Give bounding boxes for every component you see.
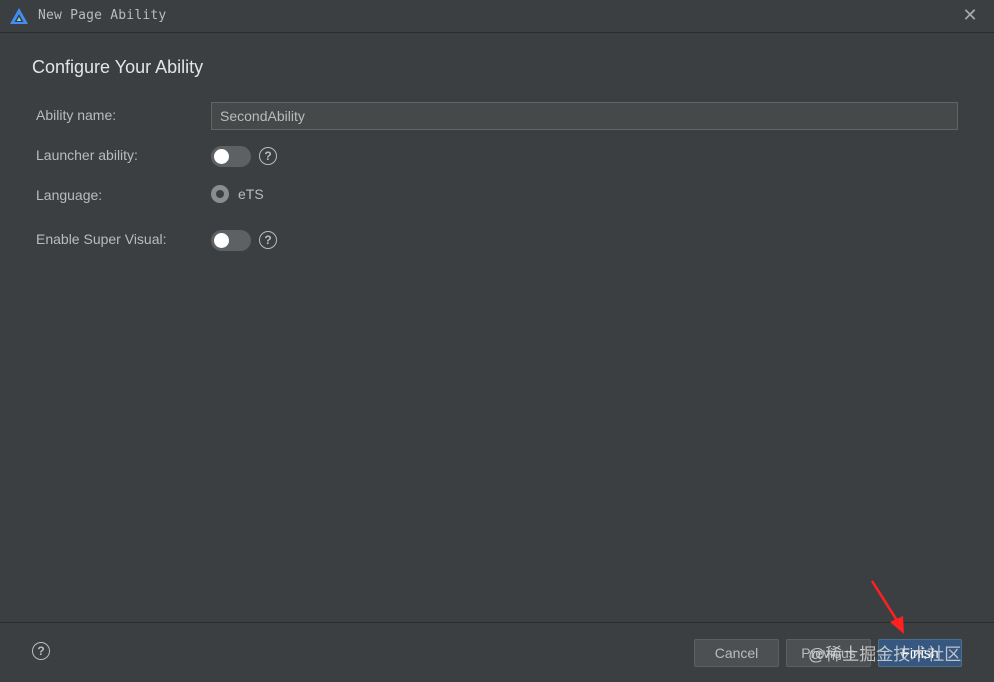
title-bar: New Page Ability ✕ xyxy=(0,0,994,33)
window-title: New Page Ability xyxy=(38,8,167,23)
launcher-ability-toggle[interactable] xyxy=(211,146,251,167)
radio-dot xyxy=(216,190,224,198)
language-radio-ets[interactable] xyxy=(211,185,229,203)
toggle-knob xyxy=(214,149,229,164)
cancel-button[interactable]: Cancel xyxy=(694,639,779,667)
language-label: Language: xyxy=(36,187,103,203)
previous-button[interactable]: Previous xyxy=(786,639,871,667)
toggle-knob xyxy=(214,233,229,248)
launcher-ability-label: Launcher ability: xyxy=(36,147,138,163)
harmony-logo-icon xyxy=(10,8,28,24)
super-visual-toggle[interactable] xyxy=(211,230,251,251)
finish-button[interactable]: Finish xyxy=(878,639,962,667)
ability-name-input[interactable] xyxy=(211,102,958,130)
close-icon[interactable]: ✕ xyxy=(960,5,980,25)
super-visual-help-icon[interactable]: ? xyxy=(259,231,277,249)
launcher-help-icon[interactable]: ? xyxy=(259,147,277,165)
footer-help-icon[interactable]: ? xyxy=(32,642,50,660)
super-visual-label: Enable Super Visual: xyxy=(36,231,167,247)
page-title: Configure Your Ability xyxy=(32,57,204,77)
language-option-label[interactable]: eTS xyxy=(238,186,264,202)
ability-name-label: Ability name: xyxy=(36,107,117,123)
